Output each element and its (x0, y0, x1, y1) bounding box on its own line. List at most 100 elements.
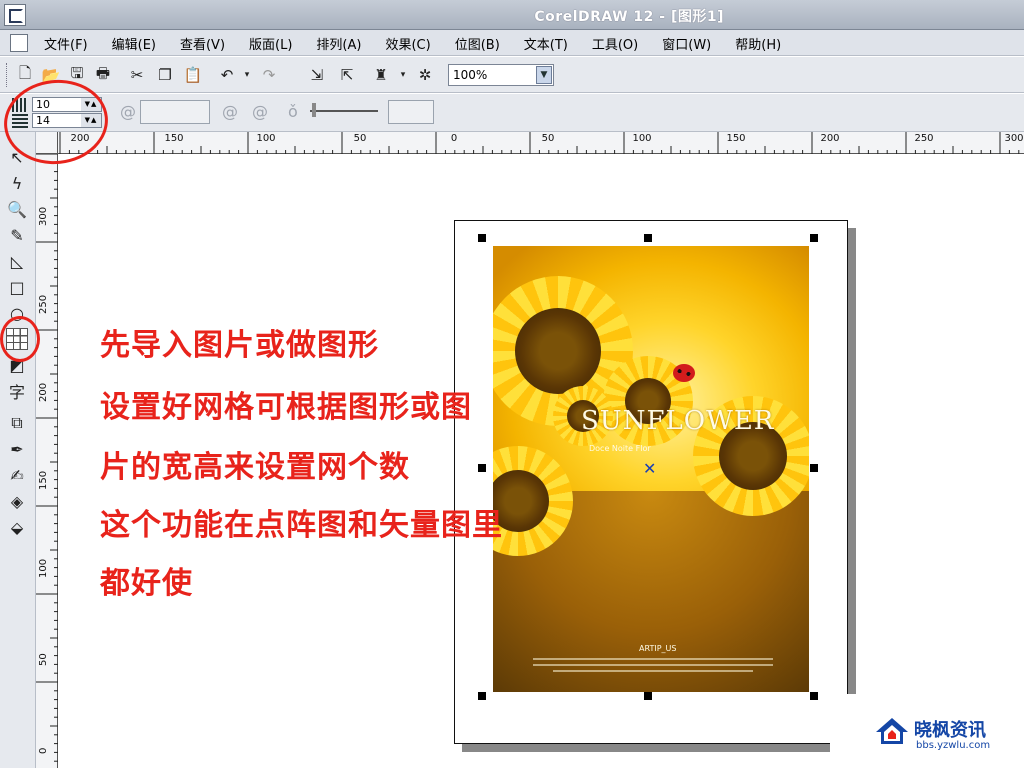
selection-handle[interactable] (644, 234, 652, 242)
ruler-label: 100 (632, 133, 652, 144)
copy-icon[interactable]: ❐ (154, 64, 176, 86)
expansion-factor-input[interactable] (388, 100, 434, 124)
annotation-line: 这个功能在点阵图和矢量图里 (100, 508, 503, 543)
menu-layout[interactable]: 版面(L) (249, 34, 292, 53)
rectangle-tool-icon[interactable]: □ (6, 276, 28, 298)
sunflower-center (515, 308, 601, 394)
document-icon[interactable] (10, 34, 28, 52)
annotation-line: 片的宽高来设置网个数 (100, 450, 410, 485)
annotation-line: 先导入图片或做图形 (100, 328, 379, 363)
menu-tools[interactable]: 工具(O) (592, 34, 638, 53)
symmetrical-spiral-icon[interactable]: @ (222, 102, 238, 121)
export-icon[interactable]: ⇱ (336, 64, 358, 86)
ruler-label: 200 (38, 382, 49, 402)
cut-icon[interactable]: ✂ (126, 64, 148, 86)
zoom-level-value: 100% (453, 68, 488, 82)
outline-tool-icon[interactable]: ✍ (6, 464, 28, 486)
coreldraw-app-icon[interactable] (4, 4, 26, 26)
vertical-ruler-ticks (36, 154, 58, 762)
menu-edit[interactable]: 编辑(E) (112, 34, 156, 53)
interactive-blend-tool-icon[interactable]: ⧉ (6, 412, 28, 434)
chevron-down-icon[interactable]: ▼ (536, 66, 552, 84)
zoom-tool-icon[interactable]: 🔍 (6, 198, 28, 220)
expansion-slider-thumb[interactable] (312, 103, 316, 117)
ruler-label: 200 (820, 133, 840, 144)
selection-handle[interactable] (478, 692, 486, 700)
ruler-label: 150 (164, 133, 184, 144)
expansion-slider[interactable] (310, 110, 378, 112)
title-bar: CorelDRAW 12 - [图形1] (0, 0, 1024, 30)
ruler-label: 300 (1004, 133, 1024, 144)
new-document-icon[interactable]: 🗋 (14, 64, 36, 86)
print-icon[interactable]: 🖶 (92, 64, 114, 86)
highlight-circle-graph-paper-tool (0, 316, 40, 362)
menu-bitmaps[interactable]: 位图(B) (455, 34, 500, 53)
selection-handle[interactable] (810, 692, 818, 700)
ruler-label: 150 (726, 133, 746, 144)
image-footer-text-line (553, 670, 753, 672)
freehand-tool-icon[interactable]: ✎ (6, 224, 28, 246)
application-launcher-icon[interactable]: ♜ (370, 64, 392, 86)
spiral-revolutions-icon: @ (120, 102, 136, 121)
zoom-level-select[interactable]: 100% ▼ (448, 64, 554, 86)
expansion-factor-icon: ǒ (288, 102, 298, 121)
menu-file[interactable]: 文件(F) (44, 34, 88, 53)
selection-handle[interactable] (478, 234, 486, 242)
ruler-label: 50 (38, 653, 49, 666)
image-footer-text-line (533, 658, 773, 660)
paste-icon[interactable]: 📋 (182, 64, 204, 86)
menu-effects[interactable]: 效果(C) (385, 34, 430, 53)
annotation-line: 设置好网格可根据图形或图 (100, 390, 472, 425)
image-footer-text-line (533, 664, 773, 666)
image-subtitle: Doce Noite Flor (589, 444, 651, 453)
ruler-label: 0 (38, 747, 49, 754)
menu-arrange[interactable]: 排列(A) (316, 34, 361, 53)
redo-icon[interactable]: ↷ (258, 64, 280, 86)
text-tool-icon[interactable]: 字 (6, 380, 28, 402)
toolbar-grip[interactable] (6, 63, 9, 87)
vertical-ruler[interactable]: 300 250 200 150 100 50 0 (36, 154, 58, 768)
image-title: SUNFLOWER (581, 406, 775, 436)
undo-dropdown-icon[interactable]: ▾ (236, 64, 258, 86)
shape-tool-icon[interactable]: ϟ (6, 172, 28, 194)
menu-view[interactable]: 查看(V) (180, 34, 225, 53)
image-footer-title: ARTIP_US (639, 644, 677, 653)
menu-bar: 文件(F) 编辑(E) 查看(V) 版面(L) 排列(A) 效果(C) 位图(B… (0, 30, 1024, 56)
watermark: 晓枫资讯 bbs.yzwlu.com (830, 694, 1024, 768)
menu-help[interactable]: 帮助(H) (735, 34, 781, 53)
ruler-label: 150 (38, 470, 49, 490)
house-logo-icon (876, 718, 908, 744)
logarithmic-spiral-icon[interactable]: @ (252, 102, 268, 121)
ruler-label: 100 (256, 133, 276, 144)
import-icon[interactable]: ⇲ (306, 64, 328, 86)
smart-fill-tool-icon[interactable]: ◺ (6, 250, 28, 272)
undo-icon[interactable]: ↶ (216, 64, 238, 86)
horizontal-ruler[interactable]: 200 150 100 50 0 50 100 150 200 250 300 (58, 132, 1024, 154)
ruler-label: 100 (38, 558, 49, 578)
selection-center-icon[interactable]: ✕ (643, 459, 656, 478)
fill-tool-icon[interactable]: ◈ (6, 490, 28, 512)
ruler-label: 250 (38, 294, 49, 314)
menu-text[interactable]: 文本(T) (524, 34, 568, 53)
ruler-label: 0 (450, 133, 458, 144)
ruler-label: 300 (38, 206, 49, 226)
selection-handle[interactable] (810, 464, 818, 472)
ladybug (673, 364, 695, 382)
selection-handle[interactable] (644, 692, 652, 700)
interactive-fill-tool-icon[interactable]: ⬙ (6, 516, 28, 538)
selection-handle[interactable] (478, 464, 486, 472)
launcher-dropdown-icon[interactable]: ▾ (392, 64, 414, 86)
selection-handle[interactable] (810, 234, 818, 242)
watermark-url: bbs.yzwlu.com (916, 740, 991, 751)
spiral-revolutions-input[interactable] (140, 100, 210, 124)
ruler-label: 50 (541, 133, 555, 144)
annotation-line: 都好使 (100, 566, 193, 601)
corel-online-icon[interactable]: ✲ (414, 64, 436, 86)
ruler-label: 250 (914, 133, 934, 144)
toolbox: ↖ ϟ 🔍 ✎ ◺ □ ○ ◩ 字 ⧉ ✒ ✍ ◈ ⬙ (0, 132, 36, 768)
eyedropper-tool-icon[interactable]: ✒ (6, 438, 28, 460)
watermark-name: 晓枫资讯 (914, 720, 986, 741)
ruler-label: 50 (353, 133, 367, 144)
menu-window[interactable]: 窗口(W) (662, 34, 711, 53)
property-bar: 10 ▼▲ 14 ▼▲ @ @ @ ǒ (0, 94, 1024, 132)
